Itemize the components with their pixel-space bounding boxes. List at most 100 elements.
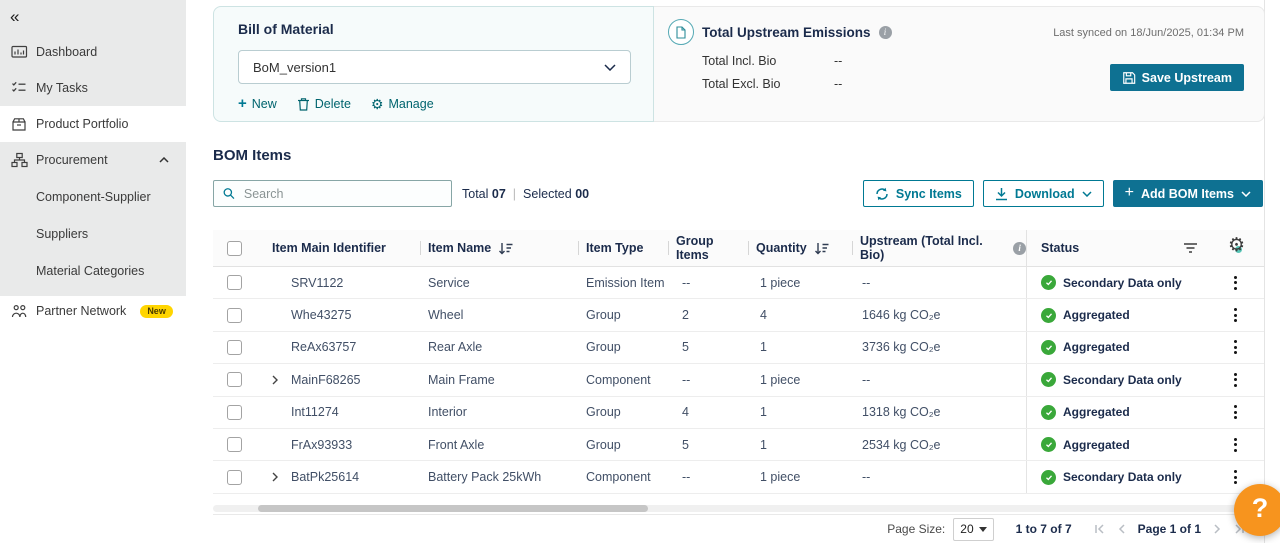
item-main-identifier: MainF68265 xyxy=(291,373,361,387)
page-size-select[interactable]: 20 xyxy=(953,518,993,541)
check-circle-icon xyxy=(1041,470,1056,485)
sidebar-item-label: Dashboard xyxy=(36,45,97,59)
group-items: -- xyxy=(682,470,690,484)
total-upstream-emissions-card: Total Upstream Emissions i Total Incl. B… xyxy=(654,6,1265,122)
save-upstream-button[interactable]: Save Upstream xyxy=(1110,64,1244,91)
row-actions-kebab-icon[interactable] xyxy=(1231,370,1240,390)
sync-items-button[interactable]: Sync Items xyxy=(863,180,974,207)
new-bom-button[interactable]: + New xyxy=(238,96,277,111)
sidebar-item-component-supplier[interactable]: Component-Supplier xyxy=(0,178,186,215)
row-actions-kebab-icon[interactable] xyxy=(1231,467,1240,487)
row-actions-kebab-icon[interactable] xyxy=(1231,273,1240,293)
item-main-identifier: ReAx63757 xyxy=(291,340,356,354)
chevron-down-icon xyxy=(1241,191,1251,197)
info-icon[interactable]: i xyxy=(879,26,892,39)
next-page-icon[interactable] xyxy=(1214,524,1221,534)
column-status[interactable]: Status ⚙ xyxy=(1026,230,1264,266)
upstream-value: -- xyxy=(862,470,870,484)
first-page-icon[interactable] xyxy=(1094,524,1105,534)
bom-version-value: BoM_version1 xyxy=(253,60,336,75)
manage-bom-button[interactable]: ⚙ Manage xyxy=(371,96,434,111)
search-icon xyxy=(223,187,235,200)
sidebar-item-procurement[interactable]: Procurement xyxy=(0,142,186,178)
sidebar-item-product-portfolio[interactable]: Product Portfolio xyxy=(0,106,186,142)
item-main-identifier: BatPk25614 xyxy=(291,470,359,484)
bom-version-select[interactable]: BoM_version1 xyxy=(238,50,631,84)
quantity: 1 xyxy=(760,438,767,452)
upstream-value: 1646 kg CO₂e xyxy=(862,308,941,322)
select-all-checkbox[interactable] xyxy=(227,241,242,256)
column-item-main-identifier[interactable]: Item Main Identifier xyxy=(255,230,420,266)
sidebar-item-partner-network[interactable]: Partner NetworkNew xyxy=(0,293,186,329)
row-checkbox[interactable] xyxy=(227,275,242,290)
row-checkbox[interactable] xyxy=(227,340,242,355)
expand-chevron-icon[interactable] xyxy=(272,375,278,385)
table-row: SRV1122ServiceEmission Item--1 piece--Se… xyxy=(213,267,1264,299)
total-label: Total xyxy=(462,187,488,201)
help-button[interactable]: ? xyxy=(1234,484,1280,536)
horizontal-scrollbar[interactable] xyxy=(213,505,1264,512)
row-checkbox[interactable] xyxy=(227,405,242,420)
item-type: Component xyxy=(586,373,651,387)
item-main-identifier: FrAx93933 xyxy=(291,438,352,452)
item-name: Front Axle xyxy=(428,438,484,452)
sidebar-item-my-tasks[interactable]: My Tasks xyxy=(0,70,186,106)
quantity: 1 xyxy=(760,340,767,354)
table-settings-gear-icon[interactable]: ⚙ xyxy=(1228,238,1248,258)
column-item-name[interactable]: Item Name xyxy=(420,230,578,266)
info-icon[interactable]: i xyxy=(1013,242,1026,255)
save-icon xyxy=(1122,71,1136,85)
status-text: Secondary Data only xyxy=(1063,373,1182,387)
row-actions-kebab-icon[interactable] xyxy=(1231,435,1240,455)
row-checkbox[interactable] xyxy=(227,470,242,485)
new-badge: New xyxy=(140,305,173,318)
filter-icon[interactable] xyxy=(1183,242,1198,257)
search-input[interactable] xyxy=(242,186,442,202)
column-item-type[interactable]: Item Type xyxy=(578,230,668,266)
download-button[interactable]: Download xyxy=(983,180,1104,207)
row-checkbox[interactable] xyxy=(227,308,242,323)
scrollbar-thumb[interactable] xyxy=(258,505,648,512)
sort-descending-icon[interactable] xyxy=(498,242,513,255)
quantity: 1 piece xyxy=(760,470,800,484)
status-text: Secondary Data only xyxy=(1063,470,1182,484)
trash-icon xyxy=(297,97,310,111)
row-checkbox[interactable] xyxy=(227,437,242,452)
table-row: Whe43275WheelGroup241646 kg CO₂eAggregat… xyxy=(213,299,1264,331)
sync-icon xyxy=(875,187,889,201)
row-actions-kebab-icon[interactable] xyxy=(1231,337,1240,357)
check-circle-icon xyxy=(1041,308,1056,323)
pagination-footer: Page Size: 20 1 to 7 of 7 Page 1 of 1 xyxy=(213,514,1264,543)
table-row: BatPk25614Battery Pack 25kWhComponent--1… xyxy=(213,461,1264,493)
group-items: -- xyxy=(682,373,690,387)
sidebar-item-dashboard[interactable]: Dashboard xyxy=(0,34,186,70)
expand-chevron-icon[interactable] xyxy=(272,472,278,482)
sort-descending-icon[interactable] xyxy=(814,242,829,255)
save-upstream-label: Save Upstream xyxy=(1142,71,1232,85)
chevron-down-icon xyxy=(1082,191,1092,197)
item-type: Group xyxy=(586,438,621,452)
emissions-document-icon xyxy=(668,19,694,45)
add-bom-items-button[interactable]: + Add BOM Items xyxy=(1113,180,1263,207)
bill-of-material-card: Bill of Material BoM_version1 + New Dele… xyxy=(213,6,654,122)
previous-page-icon[interactable] xyxy=(1118,524,1125,534)
portfolio-icon xyxy=(10,116,28,132)
row-checkbox[interactable] xyxy=(227,372,242,387)
column-quantity[interactable]: Quantity xyxy=(748,230,852,266)
row-actions-kebab-icon[interactable] xyxy=(1231,402,1240,422)
sidebar-collapse-icon[interactable]: « xyxy=(10,7,19,27)
item-type: Emission Item xyxy=(586,276,665,290)
download-label: Download xyxy=(1015,187,1075,201)
column-group-items[interactable]: Group Items xyxy=(668,230,748,266)
status-text: Secondary Data only xyxy=(1063,276,1182,290)
status-text: Aggregated xyxy=(1063,308,1130,322)
item-name: Wheel xyxy=(428,308,463,322)
dashboard-icon xyxy=(10,44,28,60)
column-upstream[interactable]: Upstream (Total Incl. Bio) i xyxy=(852,230,1026,266)
chevron-up-icon[interactable] xyxy=(159,157,169,163)
sidebar-item-material-categories[interactable]: Material Categories xyxy=(0,252,186,289)
delete-bom-button[interactable]: Delete xyxy=(297,96,351,111)
row-actions-kebab-icon[interactable] xyxy=(1231,305,1240,325)
sidebar-item-suppliers[interactable]: Suppliers xyxy=(0,215,186,252)
sidebar: « Dashboard My TasksProduct PortfolioProc… xyxy=(0,0,186,543)
